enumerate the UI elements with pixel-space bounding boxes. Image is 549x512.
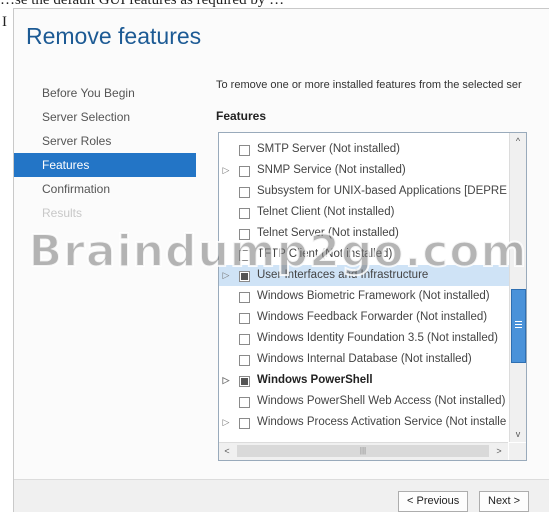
feature-row[interactable]: Telnet Client (Not installed) (219, 202, 509, 223)
wizard-footer: < Previous Next > (14, 479, 549, 512)
feature-checkbox[interactable] (239, 313, 250, 324)
feature-label: Windows Internal Database (Not installed… (257, 353, 472, 365)
grip-icon (515, 321, 522, 329)
nav-server-roles[interactable]: Server Roles (14, 129, 196, 153)
feature-checkbox[interactable] (239, 145, 250, 156)
window-title: Remove features (26, 23, 202, 49)
feature-row[interactable]: ▷ Windows Process Activation Service (Not… (219, 412, 509, 433)
feature-checkbox[interactable] (239, 418, 250, 429)
feature-checkbox[interactable] (239, 376, 250, 387)
nav-server-selection[interactable]: Server Selection (14, 105, 196, 129)
feature-row[interactable]: SMTP Server (Not installed) (219, 139, 509, 160)
feature-checkbox[interactable] (239, 250, 250, 261)
feature-label: Telnet Client (Not installed) (257, 206, 395, 218)
feature-row[interactable]: ▷ SNMP Service (Not installed) (219, 160, 509, 181)
feature-label: Windows Process Activation Service (Not … (257, 416, 507, 428)
feature-checkbox[interactable] (239, 355, 250, 366)
feature-checkbox[interactable] (239, 334, 250, 345)
nav-features[interactable]: Features (14, 153, 196, 177)
feature-row[interactable]: Subsystem for UNIX-based Applications [D… (219, 181, 509, 202)
scrollbar-corner (509, 443, 526, 460)
feature-row[interactable]: Windows Biometric Framework (Not install… (219, 286, 509, 307)
nav-results: Results (42, 206, 83, 220)
feature-row[interactable]: ▷ Windows PowerShell (219, 370, 509, 391)
feature-row[interactable]: Telnet Server (Not installed) (219, 223, 509, 244)
feature-row[interactable]: Windows Identity Foundation 3.5 (Not ins… (219, 328, 509, 349)
feature-label: Windows Feedback Forwarder (Not installe… (257, 311, 488, 323)
feature-row[interactable]: Windows Internal Database (Not installed… (219, 349, 509, 370)
expand-arrow-icon[interactable]: ▷ (221, 412, 231, 433)
remove-features-window: Remove features Before You Begin Server … (13, 8, 549, 512)
scroll-up-icon[interactable]: ^ (510, 133, 526, 149)
feature-checkbox[interactable] (239, 208, 250, 219)
scroll-left-icon[interactable]: < (219, 443, 235, 459)
feature-checkbox[interactable] (239, 271, 250, 282)
feature-label: Windows PowerShell (257, 374, 373, 386)
expand-arrow-icon[interactable]: ▷ (221, 370, 231, 391)
horizontal-scroll-thumb[interactable]: ||| (237, 445, 489, 457)
next-button[interactable]: Next > (479, 491, 530, 512)
feature-label: Windows Biometric Framework (Not install… (257, 290, 490, 302)
feature-checkbox[interactable] (239, 397, 250, 408)
scroll-right-icon[interactable]: > (491, 443, 507, 459)
feature-checkbox[interactable] (239, 292, 250, 303)
feature-label: SNMP Service (Not installed) (257, 164, 406, 176)
features-tree[interactable]: SMTP Server (Not installed) ▷ SNMP Service… (218, 132, 527, 461)
scroll-thumb[interactable] (511, 289, 526, 363)
feature-label: Windows Identity Foundation 3.5 (Not ins… (257, 332, 498, 344)
features-heading: Features (216, 109, 267, 123)
nav-before-you-begin[interactable]: Before You Begin (14, 81, 196, 105)
side-letter: I (2, 14, 7, 30)
feature-row[interactable]: Windows Feedback Forwarder (Not installe… (219, 307, 509, 328)
top-text-fragment: …se the default GUI features as required… (0, 0, 285, 8)
feature-checkbox[interactable] (239, 229, 250, 240)
feature-label: Subsystem for UNIX-based Applications [D… (257, 185, 507, 197)
horizontal-scrollbar[interactable]: < ||| > (219, 442, 508, 460)
feature-checkbox[interactable] (239, 187, 250, 198)
feature-label: Windows PowerShell Web Access (Not insta… (257, 395, 506, 407)
feature-label: Telnet Server (Not installed) (257, 227, 399, 239)
feature-row[interactable]: ▷ User Interfaces and Infrastructure (219, 265, 509, 286)
feature-checkbox[interactable] (239, 166, 250, 177)
feature-label: TFTP Client (Not installed) (257, 248, 393, 260)
feature-row[interactable]: TFTP Client (Not installed) (219, 244, 509, 265)
features-list: SMTP Server (Not installed) ▷ SNMP Service… (219, 139, 509, 433)
feature-label: User Interfaces and Infrastructure (257, 269, 429, 281)
scroll-down-icon[interactable]: v (510, 426, 526, 442)
description-text: To remove one or more installed features… (216, 79, 522, 91)
feature-label: SMTP Server (Not installed) (257, 143, 400, 155)
previous-button[interactable]: < Previous (398, 491, 469, 512)
expand-arrow-icon[interactable]: ▷ (221, 160, 231, 181)
nav-confirmation[interactable]: Confirmation (14, 177, 196, 201)
feature-row[interactable]: Windows PowerShell Web Access (Not insta… (219, 391, 509, 412)
expand-arrow-icon[interactable]: ▷ (221, 265, 231, 286)
vertical-scrollbar[interactable]: ^ v (509, 133, 526, 442)
wizard-nav: Before You Begin Server Selection Server… (14, 81, 196, 225)
